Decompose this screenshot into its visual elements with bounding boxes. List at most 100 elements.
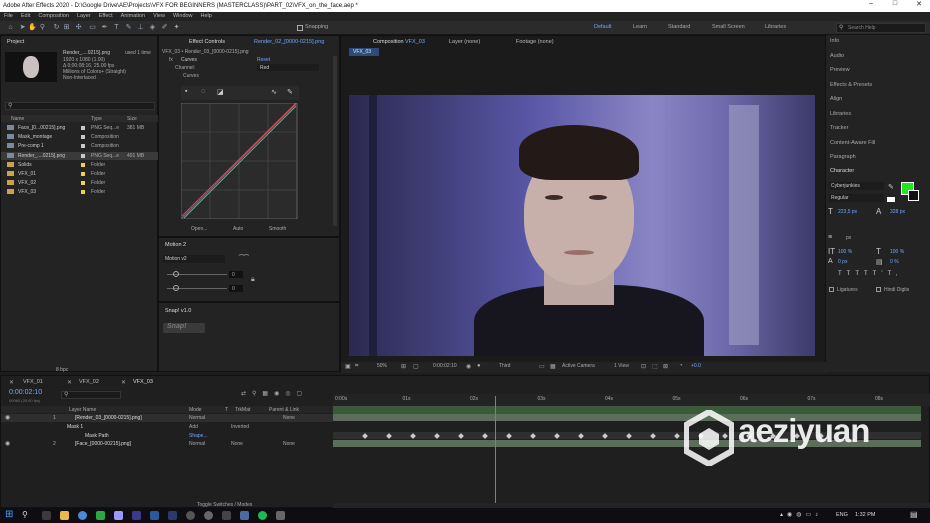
column-name[interactable]: Name bbox=[11, 116, 24, 122]
app-icon[interactable] bbox=[222, 511, 231, 520]
motion-value-2[interactable]: 0 bbox=[229, 285, 243, 292]
roi-icon[interactable]: ▭ bbox=[539, 363, 545, 370]
after-effects-icon[interactable] bbox=[114, 511, 123, 520]
search-help-field[interactable]: ⚲ Search Help bbox=[836, 23, 926, 33]
menu-view[interactable]: View bbox=[153, 12, 165, 21]
label-color-chip[interactable] bbox=[81, 126, 85, 130]
right-panel-item[interactable]: Info bbox=[830, 38, 839, 44]
workspace-libraries[interactable]: Libraries bbox=[765, 24, 786, 30]
hand-tool-icon[interactable]: ✋ bbox=[28, 23, 37, 32]
right-panel-item[interactable]: Paragraph bbox=[830, 154, 856, 160]
task-view-icon[interactable] bbox=[42, 511, 51, 520]
mask-visibility-icon[interactable]: ▢ bbox=[413, 363, 419, 370]
timeline-tab-vfx01[interactable]: VFX_01 bbox=[23, 379, 43, 385]
clock[interactable]: 1:32 PM bbox=[855, 512, 875, 518]
column-mode[interactable]: Mode bbox=[189, 407, 202, 413]
timeline-tab-vfx02[interactable]: VFX_02 bbox=[79, 379, 99, 385]
flowchart-icon[interactable]: ⊠ bbox=[663, 363, 668, 370]
layer-name[interactable]: [Render_03_[0000-0215].png] bbox=[75, 415, 142, 421]
right-panel-item[interactable]: Audio bbox=[830, 53, 844, 59]
language-indicator[interactable]: ENG bbox=[836, 512, 848, 518]
composition-tab[interactable]: Composition bbox=[373, 39, 404, 45]
region-icon[interactable]: ⌗ bbox=[355, 363, 358, 370]
footage-tab[interactable]: Footage (none) bbox=[516, 39, 554, 45]
font-style-select[interactable]: Regular bbox=[829, 194, 884, 202]
brush-tool-icon[interactable]: ✎ bbox=[124, 23, 133, 32]
motion-value-1[interactable]: 0 bbox=[229, 271, 243, 278]
menu-animation[interactable]: Animation bbox=[121, 12, 145, 21]
slider-handle[interactable] bbox=[173, 271, 179, 277]
workspace-standard[interactable]: Standard bbox=[668, 24, 690, 30]
file-explorer-icon[interactable] bbox=[60, 511, 69, 520]
rectangle-tool-icon[interactable]: ▭ bbox=[88, 23, 97, 32]
effect-controls-tab[interactable]: Effect Controls bbox=[189, 39, 225, 45]
toggle-pixel-icon[interactable]: ⊡ bbox=[641, 363, 646, 370]
app-icon[interactable] bbox=[96, 511, 105, 520]
effect-layer-name[interactable]: Render_02_[0000-0215].png bbox=[254, 39, 324, 45]
zoom-select[interactable]: 50% bbox=[377, 363, 387, 369]
font-size-value[interactable]: 223,5 px bbox=[838, 209, 857, 215]
close-tab-icon[interactable]: ✕ bbox=[121, 379, 126, 386]
project-item[interactable]: Render_....0215].png PNG Seq...e 491 MB bbox=[1, 151, 159, 160]
label-color-chip[interactable] bbox=[81, 162, 85, 167]
character-title[interactable]: Character bbox=[830, 168, 854, 174]
maximize-button[interactable]: □ bbox=[884, 0, 906, 12]
project-item[interactable]: VFX_03 Folder bbox=[1, 188, 159, 196]
project-item[interactable]: Solids Folder bbox=[1, 161, 159, 169]
project-item[interactable]: Face_[0...00215].png PNG Seq...e 381 MB bbox=[1, 124, 159, 132]
tsume-value[interactable]: 0 % bbox=[890, 259, 899, 265]
ligatures-checkbox[interactable] bbox=[829, 287, 834, 292]
system-tray-icons[interactable]: ▴◉◍▭♪ bbox=[780, 511, 822, 518]
composition-name[interactable]: VFX_03 bbox=[405, 39, 425, 45]
snap-logo[interactable]: Snap! bbox=[163, 323, 205, 333]
zoom-tool-icon[interactable]: ⚲ bbox=[38, 23, 47, 32]
layer-row[interactable]: ◉ 2 [Face_[0000-00215].png] Normal None None bbox=[1, 440, 333, 448]
horizontal-scale-value[interactable]: 100 % bbox=[890, 249, 904, 255]
white-swatch[interactable] bbox=[887, 197, 895, 202]
windows-start-icon[interactable]: ⊞ bbox=[5, 509, 13, 520]
app-icon[interactable] bbox=[186, 511, 195, 520]
column-t[interactable]: T bbox=[225, 407, 228, 413]
composition-viewer[interactable] bbox=[349, 95, 815, 356]
column-parent[interactable]: Parent & Link bbox=[269, 407, 299, 413]
auto-button[interactable]: Auto bbox=[233, 226, 243, 232]
project-item[interactable]: VFX_01 Folder bbox=[1, 170, 159, 178]
playhead[interactable] bbox=[495, 396, 496, 504]
right-panel-item[interactable]: Libraries bbox=[830, 111, 851, 117]
bpc-label[interactable]: 8 bpc bbox=[56, 367, 68, 373]
layer-name[interactable]: Mask Path bbox=[85, 433, 109, 439]
workspace-learn[interactable]: Learn bbox=[633, 24, 647, 30]
menu-help[interactable]: Help bbox=[201, 12, 212, 21]
type-tool-icon[interactable]: T bbox=[112, 23, 121, 32]
snapping-checkbox[interactable] bbox=[297, 25, 303, 31]
smooth-button[interactable]: Smooth bbox=[269, 226, 286, 232]
timeline-switches[interactable]: ⇄⚲▦◉◎▢ bbox=[241, 390, 329, 400]
channel-select[interactable]: Red bbox=[257, 64, 319, 71]
open-button[interactable]: Open... bbox=[191, 226, 207, 232]
layer-parent[interactable]: None bbox=[283, 441, 295, 447]
view-layout-select[interactable]: 1 View bbox=[614, 363, 629, 369]
color-channel-icon[interactable]: ● bbox=[477, 363, 481, 369]
right-panel-item[interactable]: Content-Aware Fill bbox=[830, 140, 875, 146]
menu-edit[interactable]: Edit bbox=[21, 12, 30, 21]
visibility-eye-icon[interactable]: ◉ bbox=[5, 414, 10, 421]
minimize-button[interactable]: – bbox=[860, 0, 882, 12]
close-tab-icon[interactable]: ✕ bbox=[9, 379, 14, 386]
timeline-tab-vfx03[interactable]: VFX_03 bbox=[133, 379, 153, 385]
photoshop-icon[interactable] bbox=[150, 511, 159, 520]
resolution-select[interactable]: Third bbox=[499, 363, 510, 369]
home-icon[interactable]: ⌂ bbox=[6, 23, 15, 32]
close-button[interactable]: ✕ bbox=[908, 0, 930, 12]
fx-curves-name[interactable]: Curves bbox=[181, 57, 197, 63]
visibility-eye-icon[interactable]: ◉ bbox=[5, 440, 10, 447]
app-icon[interactable] bbox=[240, 511, 249, 520]
selection-tool-icon[interactable]: ➤ bbox=[18, 23, 27, 32]
layer-mode[interactable]: Normal bbox=[189, 441, 205, 447]
grid-icon[interactable]: ⊞ bbox=[401, 363, 406, 370]
label-color-chip[interactable] bbox=[81, 135, 85, 140]
chrome-icon[interactable] bbox=[78, 511, 87, 520]
project-search-field[interactable]: ⚲ bbox=[5, 102, 155, 110]
column-trkmat[interactable]: TrkMat bbox=[235, 407, 250, 413]
px-unit[interactable]: px bbox=[846, 235, 851, 241]
notification-icon[interactable]: ▤ bbox=[910, 510, 918, 519]
